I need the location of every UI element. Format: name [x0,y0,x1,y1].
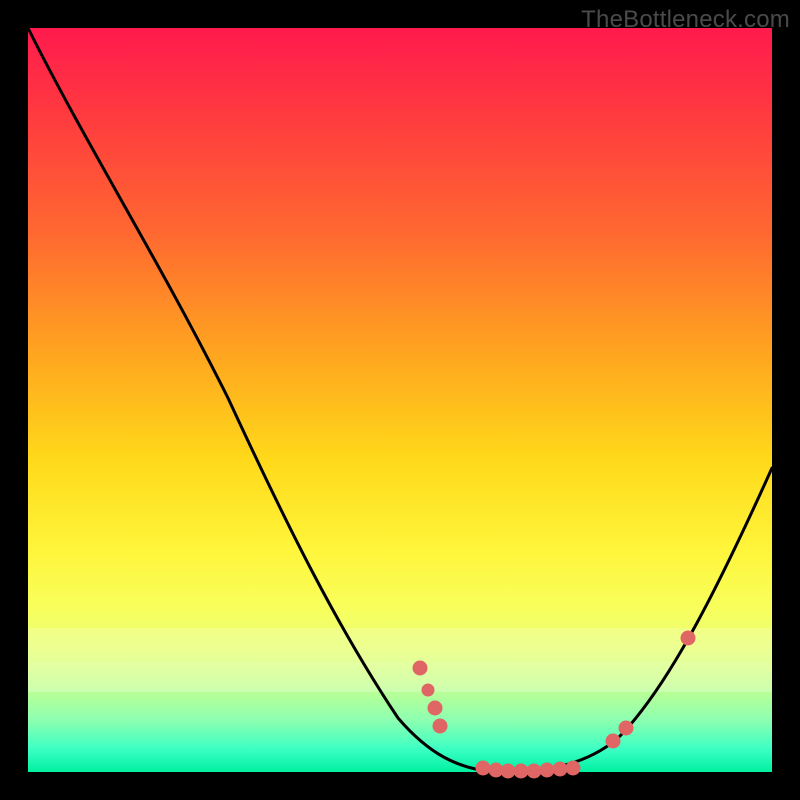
data-marker [527,764,541,778]
data-marker [476,761,490,775]
data-marker [619,721,633,735]
data-marker [428,701,442,715]
data-marker [501,764,515,778]
data-marker [566,761,580,775]
curve-layer [28,28,772,772]
data-marker [553,762,567,776]
marker-group [413,631,695,778]
data-marker [540,763,554,777]
data-marker [681,631,695,645]
chart-frame [28,28,772,772]
data-marker [606,734,620,748]
data-marker [433,719,447,733]
data-marker [413,661,427,675]
bottleneck-curve [28,28,772,772]
watermark-text: TheBottleneck.com [581,6,790,34]
data-marker [422,684,434,696]
data-marker [514,764,528,778]
